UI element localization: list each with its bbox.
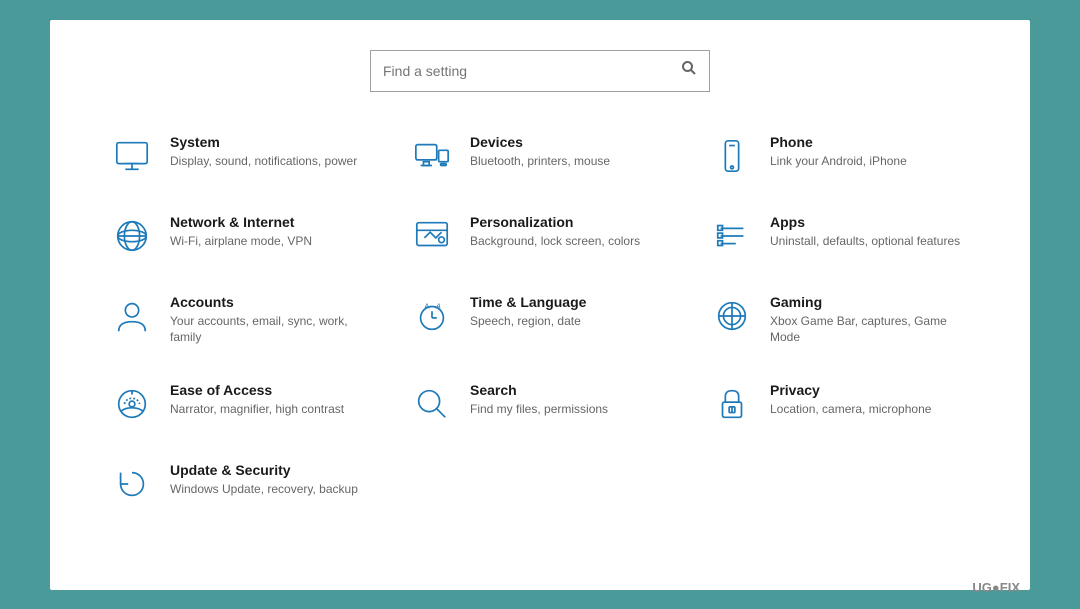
item-text-ease: Ease of Access Narrator, magnifier, high…: [170, 382, 344, 418]
settings-grid: System Display, sound, notifications, po…: [90, 116, 990, 525]
personalization-icon: [410, 214, 454, 258]
item-title-devices: Devices: [470, 134, 610, 150]
item-text-accounts: Accounts Your accounts, email, sync, wor…: [170, 294, 370, 347]
item-subtitle-accounts: Your accounts, email, sync, work, family: [170, 313, 370, 347]
settings-item-privacy[interactable]: Privacy Location, camera, microphone: [690, 364, 990, 444]
item-title-ease: Ease of Access: [170, 382, 344, 398]
item-subtitle-phone: Link your Android, iPhone: [770, 153, 907, 170]
item-title-system: System: [170, 134, 357, 150]
item-subtitle-ease: Narrator, magnifier, high contrast: [170, 401, 344, 418]
item-text-privacy: Privacy Location, camera, microphone: [770, 382, 931, 418]
search-icon: [410, 382, 454, 426]
search-input[interactable]: [383, 63, 681, 79]
item-subtitle-system: Display, sound, notifications, power: [170, 153, 357, 170]
settings-item-network[interactable]: Network & Internet Wi-Fi, airplane mode,…: [90, 196, 390, 276]
settings-item-devices[interactable]: Devices Bluetooth, printers, mouse: [390, 116, 690, 196]
devices-icon: [410, 134, 454, 178]
settings-item-update[interactable]: Update & Security Windows Update, recove…: [90, 444, 390, 524]
watermark: UG●FIX: [972, 580, 1020, 595]
svg-text:A: A: [424, 301, 430, 310]
item-subtitle-search: Find my files, permissions: [470, 401, 608, 418]
item-text-system: System Display, sound, notifications, po…: [170, 134, 357, 170]
item-title-privacy: Privacy: [770, 382, 931, 398]
item-text-time: Time & Language Speech, region, date: [470, 294, 586, 330]
ease-icon: [110, 382, 154, 426]
item-text-apps: Apps Uninstall, defaults, optional featu…: [770, 214, 960, 250]
item-subtitle-apps: Uninstall, defaults, optional features: [770, 233, 960, 250]
settings-item-gaming[interactable]: Gaming Xbox Game Bar, captures, Game Mod…: [690, 276, 990, 365]
accounts-icon: [110, 294, 154, 338]
svg-text:A: A: [435, 301, 441, 310]
item-text-devices: Devices Bluetooth, printers, mouse: [470, 134, 610, 170]
network-icon: [110, 214, 154, 258]
update-icon: [110, 462, 154, 506]
item-subtitle-time: Speech, region, date: [470, 313, 586, 330]
item-title-personalization: Personalization: [470, 214, 640, 230]
item-subtitle-privacy: Location, camera, microphone: [770, 401, 931, 418]
item-text-personalization: Personalization Background, lock screen,…: [470, 214, 640, 250]
apps-icon: [710, 214, 754, 258]
settings-item-apps[interactable]: Apps Uninstall, defaults, optional featu…: [690, 196, 990, 276]
item-subtitle-gaming: Xbox Game Bar, captures, Game Mode: [770, 313, 970, 347]
item-title-search: Search: [470, 382, 608, 398]
item-text-gaming: Gaming Xbox Game Bar, captures, Game Mod…: [770, 294, 970, 347]
item-text-phone: Phone Link your Android, iPhone: [770, 134, 907, 170]
item-title-update: Update & Security: [170, 462, 358, 478]
search-icon: [681, 60, 697, 81]
settings-item-ease[interactable]: Ease of Access Narrator, magnifier, high…: [90, 364, 390, 444]
item-title-gaming: Gaming: [770, 294, 970, 310]
search-bar[interactable]: [370, 50, 710, 92]
item-subtitle-update: Windows Update, recovery, backup: [170, 481, 358, 498]
item-subtitle-personalization: Background, lock screen, colors: [470, 233, 640, 250]
settings-item-personalization[interactable]: Personalization Background, lock screen,…: [390, 196, 690, 276]
settings-item-phone[interactable]: Phone Link your Android, iPhone: [690, 116, 990, 196]
system-icon: [110, 134, 154, 178]
time-icon: AA: [410, 294, 454, 338]
item-text-network: Network & Internet Wi-Fi, airplane mode,…: [170, 214, 312, 250]
settings-item-time[interactable]: AA Time & Language Speech, region, date: [390, 276, 690, 365]
item-title-time: Time & Language: [470, 294, 586, 310]
settings-item-system[interactable]: System Display, sound, notifications, po…: [90, 116, 390, 196]
item-text-search: Search Find my files, permissions: [470, 382, 608, 418]
item-title-network: Network & Internet: [170, 214, 312, 230]
gaming-icon: [710, 294, 754, 338]
privacy-icon: [710, 382, 754, 426]
settings-window: System Display, sound, notifications, po…: [50, 20, 1030, 590]
settings-item-search[interactable]: Search Find my files, permissions: [390, 364, 690, 444]
item-title-accounts: Accounts: [170, 294, 370, 310]
item-subtitle-devices: Bluetooth, printers, mouse: [470, 153, 610, 170]
phone-icon: [710, 134, 754, 178]
item-subtitle-network: Wi-Fi, airplane mode, VPN: [170, 233, 312, 250]
item-text-update: Update & Security Windows Update, recove…: [170, 462, 358, 498]
settings-item-accounts[interactable]: Accounts Your accounts, email, sync, wor…: [90, 276, 390, 365]
item-title-phone: Phone: [770, 134, 907, 150]
item-title-apps: Apps: [770, 214, 960, 230]
